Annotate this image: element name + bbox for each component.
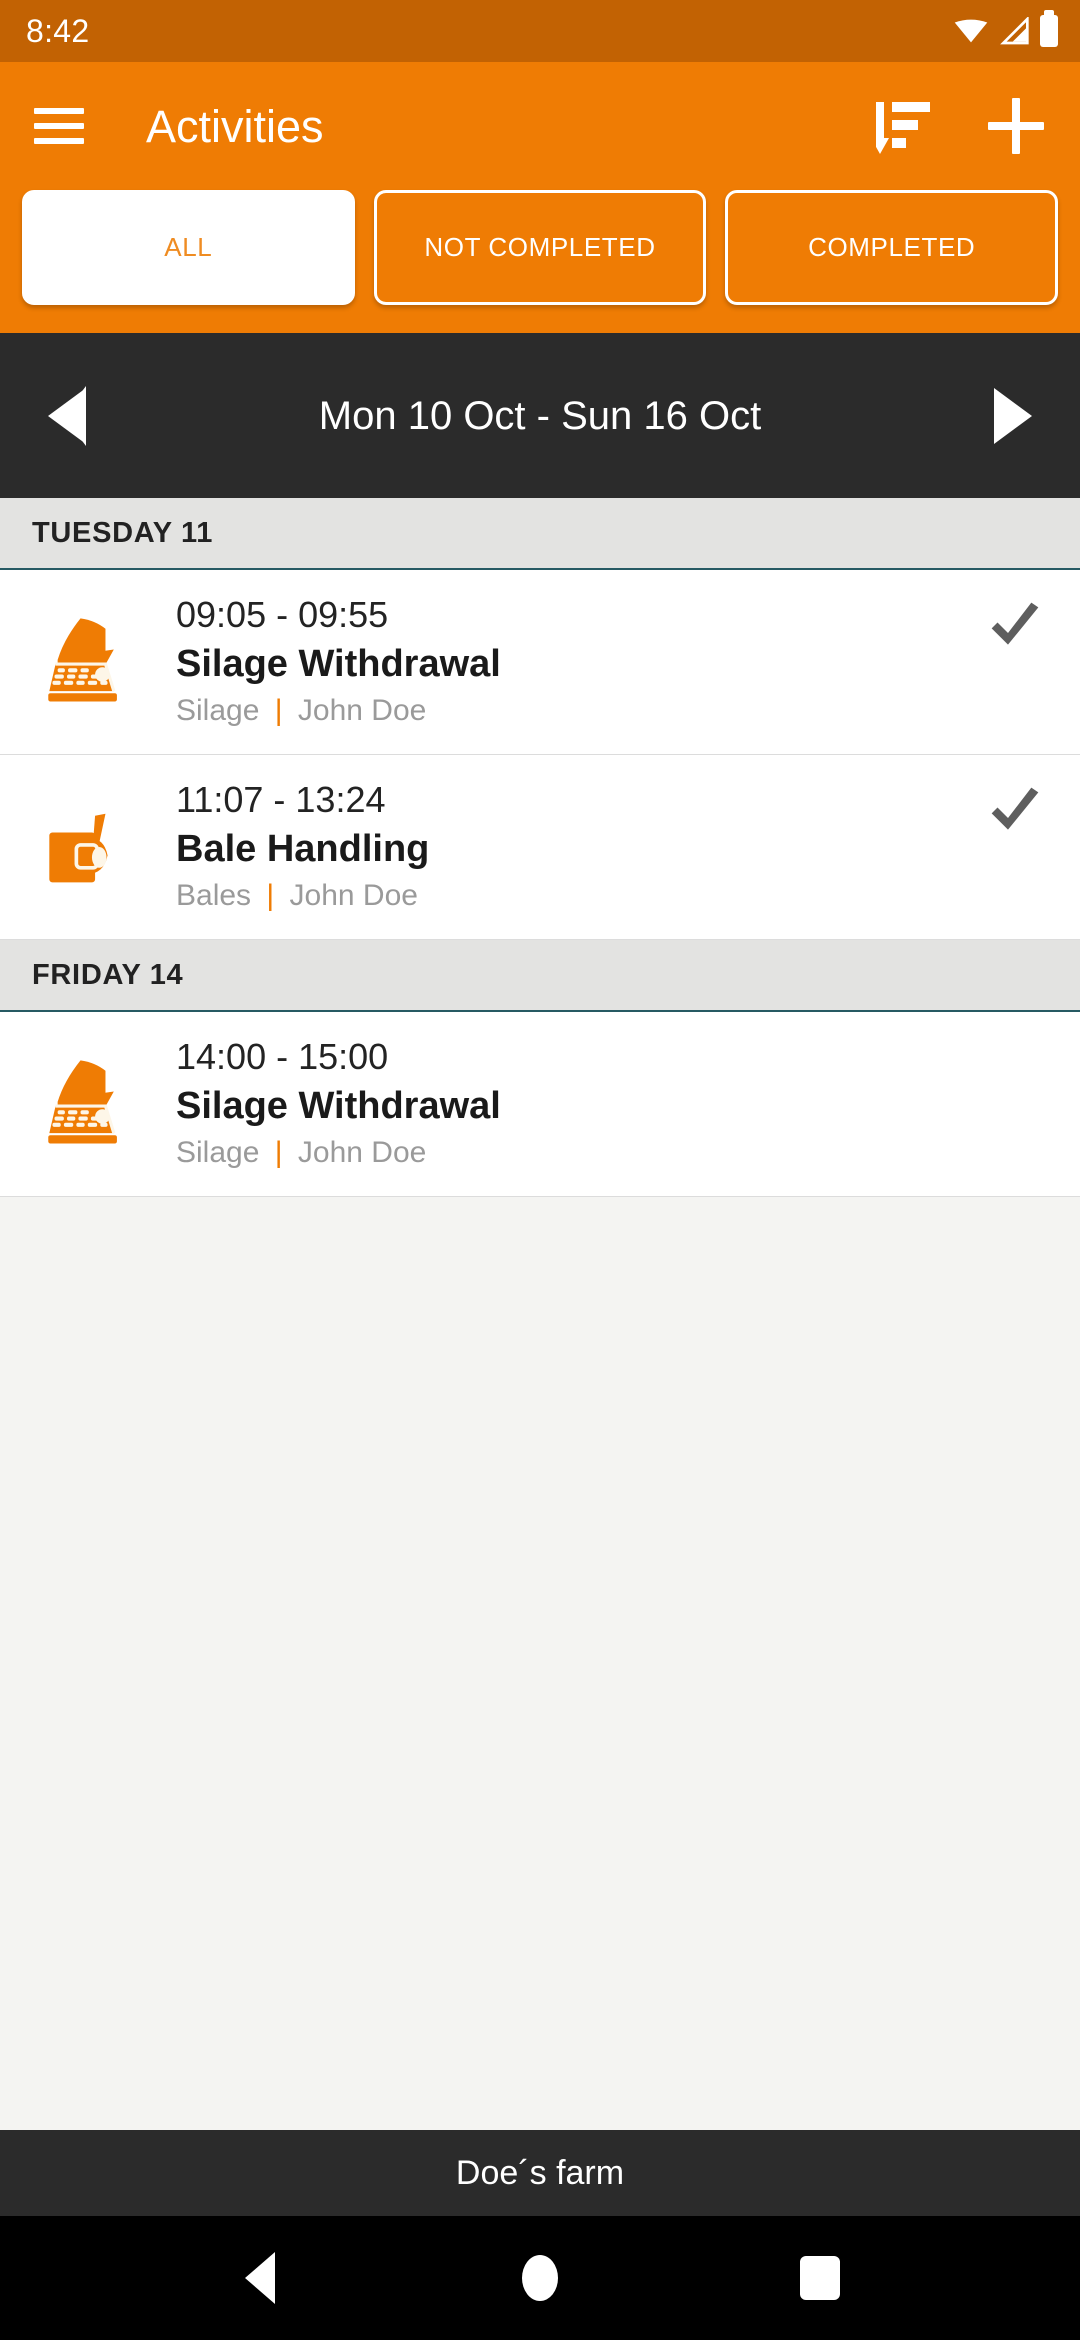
activity-list: TUESDAY 11 09:05 - 09:55 Silage Withdraw… [0, 498, 1080, 2130]
app-screen: 8:42 Activities ALL NOT COMPLETED COMPLE… [0, 0, 1080, 2340]
page-title: Activities [146, 100, 324, 152]
plus-icon[interactable] [988, 98, 1044, 154]
activity-person: John Doe [289, 879, 418, 913]
activity-time: 09:05 - 09:55 [176, 594, 389, 635]
signal-icon [1000, 17, 1029, 45]
activity-title: Bale Handling [176, 827, 430, 870]
silage-block-cutter-icon [34, 610, 152, 714]
filter-chip-all[interactable]: ALL [22, 190, 355, 305]
activity-meta: Bales | John Doe [176, 875, 980, 917]
status-bar: 8:42 [0, 0, 1080, 62]
activity-person: John Doe [297, 1136, 427, 1170]
completed-check-icon [980, 777, 1050, 839]
week-range-label: Mon 10 Oct - Sun 16 Oct [318, 393, 762, 438]
completed-check-icon [980, 592, 1050, 654]
filter-chip-completed[interactable]: COMPLETED [725, 190, 1059, 305]
activity-category: Bales [176, 879, 252, 913]
day-header-friday: FRIDAY 14 [0, 940, 1080, 1013]
app-bar-top-row: Activities [0, 62, 1080, 190]
activity-category: Silage [176, 694, 260, 728]
activity-meta: Silage | John Doe [176, 1132, 980, 1174]
activity-person: John Doe [297, 694, 427, 728]
home-circle-icon[interactable] [510, 2248, 570, 2308]
back-triangle-icon[interactable] [230, 2248, 290, 2308]
meta-separator: | [274, 1136, 283, 1170]
activity-details: 09:05 - 09:55 Silage Withdrawal Silage |… [152, 592, 980, 732]
activity-title: Silage Withdrawal [176, 642, 501, 685]
app-bar: Activities ALL NOT COMPLETED COMPLETED [0, 62, 1080, 333]
chevron-right-icon[interactable] [990, 386, 1036, 446]
app-bar-actions [876, 98, 1044, 154]
activity-meta: Silage | John Doe [176, 690, 980, 732]
meta-separator: | [266, 879, 275, 913]
activity-details: 11:07 - 13:24 Bale Handling Bales | John… [152, 777, 980, 917]
day-header-tuesday: TUESDAY 11 [0, 498, 1080, 570]
table-row[interactable]: 09:05 - 09:55 Silage Withdrawal Silage |… [0, 570, 1080, 756]
silage-block-cutter-icon [34, 1052, 152, 1156]
week-navigation-bar: Mon 10 Oct - Sun 16 Oct [0, 333, 1080, 498]
recents-square-icon[interactable] [790, 2248, 850, 2308]
activity-time: 14:00 - 15:00 [176, 1036, 389, 1078]
chevron-left-icon[interactable] [44, 385, 90, 446]
table-row[interactable]: 14:00 - 15:00 Silage Withdrawal Silage |… [0, 1012, 1080, 1198]
activity-details: 14:00 - 15:00 Silage Withdrawal Silage |… [152, 1034, 980, 1174]
battery-icon [1040, 10, 1058, 47]
table-row[interactable]: 11:07 - 13:24 Bale Handling Bales | John… [0, 755, 1080, 941]
filter-chip-not-completed[interactable]: NOT COMPLETED [373, 190, 707, 305]
sort-descending-icon[interactable] [876, 98, 930, 154]
wifi-icon [954, 19, 988, 43]
bale-grab-icon [34, 795, 152, 899]
filter-chip-row: ALL NOT COMPLETED COMPLETED [0, 190, 1080, 305]
hamburger-menu-icon[interactable] [34, 98, 90, 154]
status-time: 8:42 [26, 13, 90, 49]
activity-category: Silage [176, 1136, 260, 1170]
activity-time: 11:07 - 13:24 [176, 779, 386, 821]
meta-separator: | [274, 694, 283, 728]
activity-title: Silage Withdrawal [176, 1084, 501, 1127]
farm-name-footer: Doe´s farm [0, 2130, 1080, 2216]
android-nav-bar [0, 2216, 1080, 2340]
status-icons [954, 10, 1058, 47]
